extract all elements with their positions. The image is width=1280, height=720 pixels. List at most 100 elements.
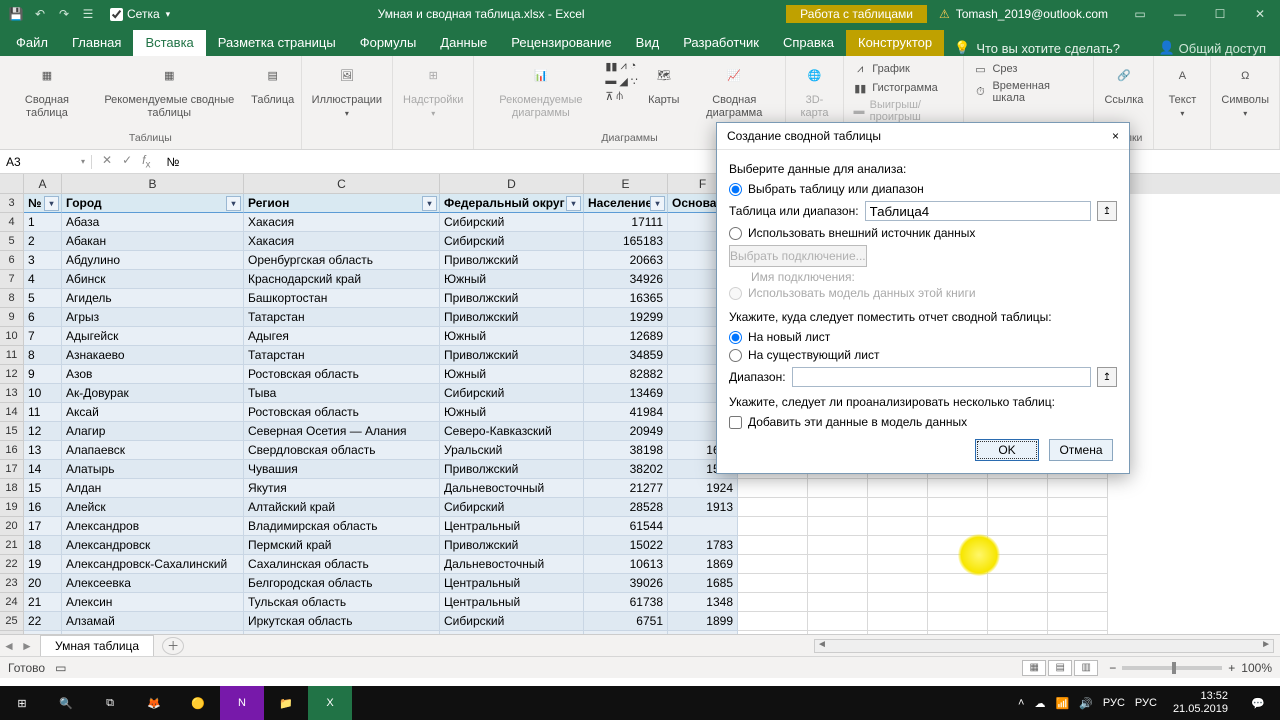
collapse-dialog-icon[interactable]: ↥ <box>1097 367 1117 387</box>
row-head[interactable]: 19 <box>0 498 24 517</box>
row-head[interactable]: 7 <box>0 270 24 289</box>
text-button[interactable]: AТекст▾ <box>1160 58 1204 120</box>
zoom-control[interactable]: − + 100% <box>1109 661 1272 675</box>
radio-new-sheet[interactable]: На новый лист <box>729 328 1117 346</box>
minimize-icon[interactable]: — <box>1160 0 1200 28</box>
macro-record-icon[interactable]: ▭ <box>55 661 66 675</box>
col-head[interactable]: C <box>244 174 440 194</box>
tab-file[interactable]: Файл <box>4 30 60 56</box>
timeline-button[interactable]: ⏱Временная шкала <box>970 79 1087 105</box>
notifications-icon[interactable]: 💬 <box>1236 686 1280 720</box>
maps-button[interactable]: 🗺Карты <box>642 58 686 109</box>
onenote-icon[interactable]: N <box>220 686 264 720</box>
filter-icon[interactable]: ▾ <box>566 196 581 211</box>
chrome-icon[interactable]: 🟡 <box>176 686 220 720</box>
addins-button[interactable]: ⊞Надстройки▾ <box>399 58 467 120</box>
cancel-button[interactable]: Отмена <box>1049 439 1113 461</box>
zoom-in-icon[interactable]: + <box>1228 661 1235 675</box>
col-head[interactable]: E <box>584 174 668 194</box>
gridlines-toggle[interactable]: Сетка ▾ <box>104 7 176 21</box>
view-page-layout-icon[interactable]: ▤ <box>1048 660 1072 676</box>
combo-chart-icon[interactable]: ⫛ <box>616 90 623 103</box>
row-head[interactable]: 15 <box>0 422 24 441</box>
row-head[interactable]: 13 <box>0 384 24 403</box>
gridlines-checkbox[interactable] <box>110 8 123 21</box>
tab-insert[interactable]: Вставка <box>133 30 205 56</box>
sparkline-column-button[interactable]: ▮▮Гистограмма <box>850 79 940 97</box>
row-head[interactable]: 10 <box>0 327 24 346</box>
start-button[interactable]: ⊞ <box>0 686 44 720</box>
col-head[interactable]: A <box>24 174 62 194</box>
system-tray[interactable]: ˄ ☁ 📶 🔊 РУС РУС <box>1010 697 1165 710</box>
row-head[interactable]: 24 <box>0 593 24 612</box>
table-header[interactable]: Население▾ <box>584 194 668 213</box>
col-head[interactable]: B <box>62 174 244 194</box>
hyperlink-button[interactable]: 🔗Ссылка <box>1100 58 1147 109</box>
filter-icon[interactable]: ▾ <box>44 196 59 211</box>
sheet-nav-prev[interactable]: ◄ <box>0 639 18 653</box>
row-head[interactable]: 26 <box>0 631 24 634</box>
name-box[interactable]: A3▾ <box>0 155 92 169</box>
row-head[interactable]: 11 <box>0 346 24 365</box>
task-view-icon[interactable]: ⧉ <box>88 686 132 720</box>
row-head[interactable]: 14 <box>0 403 24 422</box>
cancel-formula-icon[interactable]: ✕ <box>102 153 112 170</box>
chevron-down-icon[interactable]: ▾ <box>81 157 85 166</box>
tray-lang1[interactable]: РУС <box>1103 697 1125 709</box>
symbols-button[interactable]: ΩСимволы▾ <box>1217 58 1273 120</box>
tray-chevron-up-icon[interactable]: ˄ <box>1018 697 1024 709</box>
pie-chart-icon[interactable]: ◔ <box>630 60 637 73</box>
search-icon[interactable]: 🔍 <box>44 686 88 720</box>
tab-formulas[interactable]: Формулы <box>348 30 429 56</box>
pivot-table-button[interactable]: ▦Сводная таблица <box>6 58 88 121</box>
view-page-break-icon[interactable]: ▥ <box>1074 660 1098 676</box>
3d-map-button[interactable]: 🌐3D-карта <box>792 58 838 121</box>
close-icon[interactable]: ✕ <box>1240 0 1280 28</box>
row-head[interactable]: 5 <box>0 232 24 251</box>
dialog-close-icon[interactable]: × <box>1112 129 1119 143</box>
sparkline-line-button[interactable]: ⩘График <box>850 60 912 78</box>
select-all-corner[interactable] <box>0 174 24 194</box>
row-head[interactable]: 12 <box>0 365 24 384</box>
table-header[interactable]: Регион▾ <box>244 194 440 213</box>
illustrations-button[interactable]: 🖼Иллюстрации▾ <box>308 58 386 120</box>
dialog-titlebar[interactable]: Создание сводной таблицы × <box>717 123 1129 150</box>
line-chart-icon[interactable]: ⩘ <box>620 60 626 73</box>
sheet-tab[interactable]: Умная таблица <box>40 635 154 656</box>
slicer-button[interactable]: ▭Срез <box>970 60 1019 78</box>
horizontal-scrollbar[interactable] <box>184 639 1280 653</box>
undo-icon[interactable]: ↶ <box>30 4 50 24</box>
zoom-out-icon[interactable]: − <box>1109 661 1116 675</box>
radio-external-source[interactable]: Использовать внешний источник данных <box>729 224 1117 242</box>
row-head[interactable]: 16 <box>0 441 24 460</box>
filter-icon[interactable]: ▾ <box>650 196 665 211</box>
file-explorer-icon[interactable]: 📁 <box>264 686 308 720</box>
chevron-down-icon[interactable]: ▾ <box>166 9 171 20</box>
zoom-slider[interactable] <box>1122 666 1222 670</box>
tab-review[interactable]: Рецензирование <box>499 30 623 56</box>
row-head[interactable]: 25 <box>0 612 24 631</box>
sparkline-winloss-button[interactable]: ▬Выигрыш/проигрыш <box>850 98 957 124</box>
recommended-pivots-button[interactable]: ▦Рекомендуемые сводные таблицы <box>92 58 247 121</box>
range-input[interactable] <box>865 201 1091 221</box>
ribbon-options-icon[interactable]: ▭ <box>1120 0 1160 28</box>
enter-formula-icon[interactable]: ✓ <box>122 153 132 170</box>
row-head[interactable]: 9 <box>0 308 24 327</box>
ok-button[interactable]: OK <box>975 439 1039 461</box>
tab-page-layout[interactable]: Разметка страницы <box>206 30 348 56</box>
row-head[interactable]: 20 <box>0 517 24 536</box>
table-header[interactable]: Федеральный округ▾ <box>440 194 584 213</box>
row-head[interactable]: 21 <box>0 536 24 555</box>
location-input[interactable] <box>792 367 1091 387</box>
new-sheet-button[interactable]: ＋ <box>162 637 184 655</box>
area-chart-icon[interactable]: ◢ <box>619 75 627 88</box>
row-head[interactable]: 8 <box>0 289 24 308</box>
view-normal-icon[interactable]: ▦ <box>1022 660 1046 676</box>
recommended-charts-button[interactable]: 📊Рекомендуемые диаграммы <box>480 58 601 121</box>
sheet-nav-next[interactable]: ► <box>18 639 36 653</box>
collapse-dialog-icon[interactable]: ↥ <box>1097 201 1117 221</box>
filter-icon[interactable]: ▾ <box>226 196 241 211</box>
maximize-icon[interactable]: ☐ <box>1200 0 1240 28</box>
zoom-level[interactable]: 100% <box>1241 661 1272 675</box>
redo-icon[interactable]: ↷ <box>54 4 74 24</box>
